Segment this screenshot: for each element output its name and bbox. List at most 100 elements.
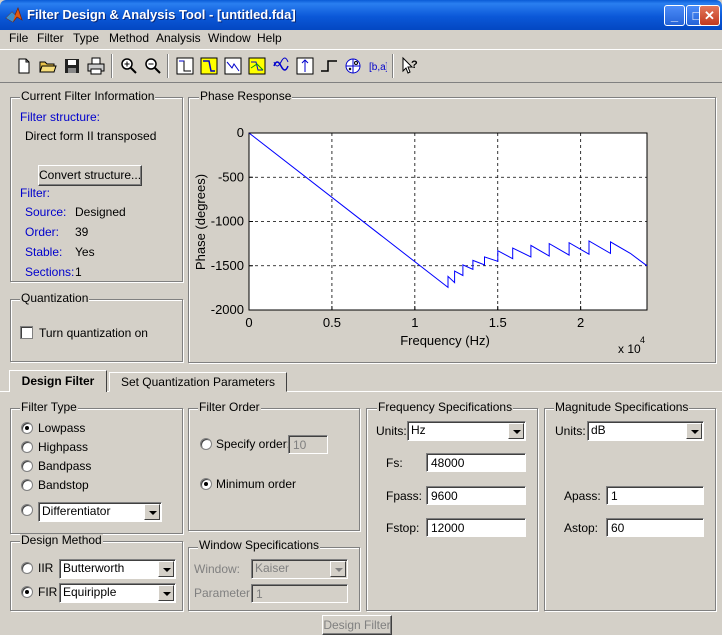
- y-axis-label: Phase (degrees): [193, 174, 208, 270]
- step-response-icon[interactable]: [319, 56, 339, 76]
- filter-label: Filter:: [20, 186, 50, 200]
- zoom-in-icon[interactable]: [119, 56, 139, 76]
- astop-label: Astop:: [564, 521, 599, 535]
- iir-label: IIR: [38, 561, 54, 575]
- specify-order-radio[interactable]: [200, 438, 212, 450]
- fir-radio[interactable]: [21, 586, 33, 598]
- highpass-radio[interactable]: [21, 441, 33, 453]
- window-select[interactable]: Kaiser: [251, 559, 348, 579]
- other-type-radio[interactable]: [21, 504, 33, 516]
- mag-units-value: dB: [591, 423, 606, 437]
- toolbar-separator: [167, 54, 169, 78]
- magnitude-phase-icon[interactable]: [247, 56, 267, 76]
- bandstop-radio[interactable]: [21, 479, 33, 491]
- bandpass-label: Bandpass: [38, 459, 92, 473]
- save-icon[interactable]: [62, 56, 82, 76]
- tab-design-filter[interactable]: Design Filter: [9, 370, 107, 392]
- group-delay-icon[interactable]: [271, 56, 291, 76]
- menu-help[interactable]: Help: [257, 31, 282, 45]
- quantization-checkbox[interactable]: [20, 326, 33, 339]
- pole-zero-icon[interactable]: [343, 56, 363, 76]
- open-folder-icon[interactable]: [38, 56, 58, 76]
- iir-radio[interactable]: [21, 562, 33, 574]
- fstop-label: Fstop:: [386, 521, 420, 535]
- specify-order-label: Specify order:: [216, 437, 291, 451]
- menu-filter[interactable]: Filter: [37, 31, 64, 45]
- fstop-input[interactable]: 12000: [426, 518, 526, 537]
- freq-units-label: Units:: [376, 424, 407, 438]
- freq-units-select[interactable]: Hz: [407, 421, 526, 441]
- stable-value: Yes: [75, 245, 95, 259]
- convert-structure-button[interactable]: Convert structure...: [38, 165, 142, 186]
- chevron-down-icon: [686, 423, 702, 439]
- matlab-logo-icon: [5, 7, 23, 23]
- order-label: Order:: [25, 225, 60, 239]
- minimize-button[interactable]: _: [664, 5, 685, 26]
- minimize-icon: _: [670, 8, 679, 23]
- magnitude-response-icon[interactable]: [199, 56, 219, 76]
- print-icon[interactable]: [86, 56, 106, 76]
- iir-method-value: Butterworth: [63, 561, 125, 575]
- lowpass-radio[interactable]: [21, 422, 33, 434]
- apass-input[interactable]: 1: [606, 486, 704, 505]
- chevron-down-icon: [508, 423, 524, 439]
- fir-method-select[interactable]: Equiripple: [59, 583, 176, 603]
- quantization-legend: Quantization: [20, 291, 90, 305]
- order-value: 39: [75, 225, 89, 239]
- svg-text:?: ?: [411, 59, 418, 71]
- source-label: Source:: [25, 205, 67, 219]
- freq-units-value: Hz: [411, 423, 426, 437]
- close-button[interactable]: ✕: [699, 5, 720, 26]
- menu-file[interactable]: File: [9, 31, 28, 45]
- window-title: Filter Design & Analysis Tool - [untitle…: [27, 7, 296, 22]
- chevron-down-icon: [158, 561, 174, 577]
- frequency-specs-legend: Frequency Specifications: [377, 400, 514, 414]
- x-exponent-value: 4: [640, 335, 645, 345]
- chevron-down-icon: [158, 585, 174, 601]
- coefficients-icon[interactable]: [b,a]: [367, 56, 387, 76]
- apass-label: Apass:: [564, 489, 601, 503]
- fs-label: Fs:: [386, 456, 403, 470]
- toolbar-separator: [392, 54, 394, 78]
- whats-this-icon[interactable]: ?: [400, 56, 420, 76]
- y-tick-label: -1500: [211, 258, 244, 273]
- x-exponent-label: x 10: [618, 342, 641, 356]
- fs-input[interactable]: 48000: [426, 453, 526, 472]
- astop-input[interactable]: 60: [606, 518, 704, 537]
- x-tick-label: 2: [577, 315, 584, 330]
- menu-method[interactable]: Method: [109, 31, 149, 45]
- sections-value: 1: [75, 265, 82, 279]
- zoom-out-icon[interactable]: [143, 56, 163, 76]
- minimum-order-radio[interactable]: [200, 478, 212, 490]
- window-label: Window:: [194, 562, 241, 576]
- menu-window[interactable]: Window: [208, 31, 251, 45]
- other-type-value: Differentiator: [42, 504, 111, 518]
- y-ticks: 0 -500 -1000 -1500 -2000: [211, 125, 253, 317]
- toolbar-separator: [111, 54, 113, 78]
- y-tick-label: -500: [218, 169, 244, 184]
- y-tick-label: 0: [237, 125, 244, 140]
- impulse-response-icon[interactable]: [295, 56, 315, 76]
- fpass-input[interactable]: 9600: [426, 486, 526, 505]
- other-type-select[interactable]: Differentiator: [38, 502, 162, 522]
- iir-method-select[interactable]: Butterworth: [59, 559, 176, 579]
- parameter-input[interactable]: 1: [251, 584, 348, 603]
- filter-specs-icon[interactable]: [175, 56, 195, 76]
- mag-units-select[interactable]: dB: [587, 421, 704, 441]
- minimum-order-label: Minimum order: [216, 477, 297, 491]
- window-specs-legend: Window Specifications: [198, 538, 321, 552]
- new-file-icon[interactable]: [14, 56, 34, 76]
- menu-type[interactable]: Type: [73, 31, 99, 45]
- bandstop-label: Bandstop: [38, 478, 89, 492]
- fir-method-value: Equiripple: [63, 585, 117, 599]
- bandpass-radio[interactable]: [21, 460, 33, 472]
- stable-label: Stable:: [25, 245, 63, 259]
- menu-analysis[interactable]: Analysis: [156, 31, 201, 45]
- specify-order-input[interactable]: 10: [288, 435, 328, 454]
- tab-set-quantization[interactable]: Set Quantization Parameters: [109, 372, 287, 392]
- phase-response-chart: 0 0.5 1 1.5 2 0 -500 -1000 -1500 -2000 Frequency…: [193, 125, 648, 356]
- close-icon: ✕: [704, 8, 715, 23]
- phase-response-icon[interactable]: [223, 56, 243, 76]
- design-filter-button[interactable]: Design Filter: [322, 615, 392, 635]
- x-tick-label: 0: [245, 315, 252, 330]
